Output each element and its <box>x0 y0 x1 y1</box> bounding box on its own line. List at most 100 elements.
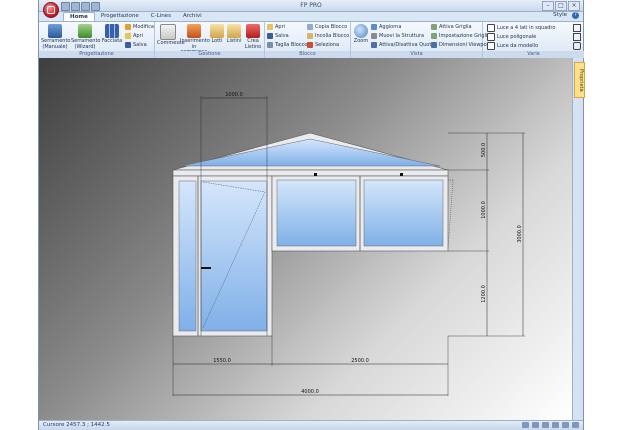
cursor-readout: Cursore 2457.3 ; 1442.5 <box>43 422 110 428</box>
group-label-progettazione: Progettazione <box>39 51 154 58</box>
layout-icon[interactable] <box>562 422 569 428</box>
settings-icon[interactable] <box>572 422 579 428</box>
help-icon[interactable]: ? <box>572 12 579 19</box>
create-price-list-icon <box>246 24 260 38</box>
snap-icon[interactable] <box>522 422 529 428</box>
tab-c-lines[interactable]: C-Lines <box>145 12 177 21</box>
save-icon <box>125 42 131 48</box>
tab-progettazione[interactable]: Progettazione <box>95 12 145 21</box>
app-logo-icon <box>47 6 55 14</box>
attiva-disattiva-quote-button[interactable]: Attiva/Disattiva Quote <box>371 42 434 48</box>
window-manual-icon <box>48 24 62 38</box>
price-lists-icon <box>227 24 241 38</box>
taglia-blocco-button[interactable]: Taglia Blocco <box>267 42 307 48</box>
properties-tab[interactable]: Proprietà <box>574 62 585 98</box>
close-button[interactable]: × <box>568 1 580 11</box>
square-light-icon <box>487 24 495 32</box>
zoom-status-icon[interactable] <box>552 422 559 428</box>
select-icon <box>307 42 313 48</box>
luce-poligonale-button[interactable]: Luce poligonale <box>487 33 536 41</box>
ribbon-tabs: Home Progettazione C-Lines Archivi <box>63 12 208 21</box>
muovi-struttura-button[interactable]: Muovi la Struttura <box>371 33 424 39</box>
side-glass <box>178 180 197 332</box>
attiva-griglia-button[interactable]: Attiva Griglia <box>431 24 472 30</box>
edit-icon <box>125 24 131 30</box>
copia-blocco-button[interactable]: Copia Blocco <box>307 24 347 30</box>
model-light-icon <box>487 42 495 50</box>
shape-tool-icon-2[interactable] <box>573 33 581 41</box>
group-label-blocco: Blocco <box>265 51 350 58</box>
salva-button[interactable]: Salva <box>125 42 147 48</box>
polygon-light-icon <box>487 33 495 41</box>
group-blocco: Apri Salva Taglia Blocco Copia Blocco In… <box>265 22 351 58</box>
dim-right-top[interactable]: 500.0 <box>481 143 487 157</box>
dimensioni-viewport-button[interactable]: Dimensioni Viewport <box>431 42 491 48</box>
shape-tool-icon-3[interactable] <box>573 42 581 50</box>
grid-icon[interactable] <box>532 422 539 428</box>
luce-squadro-button[interactable]: Luce a 4 lati in squadro <box>487 24 555 32</box>
window-title: FP PRO <box>300 2 322 9</box>
dim-right-middle[interactable]: 1000.0 <box>481 201 487 219</box>
lotti-button[interactable]: Lotti <box>209 24 225 45</box>
insert-order-icon <box>187 24 201 38</box>
window-handle-right <box>400 173 403 176</box>
window-handle-left <box>314 173 317 176</box>
group-progettazione: Serramento (Manuale) Serramento (Wizard)… <box>39 22 155 58</box>
orders-icon <box>160 24 176 40</box>
group-varie: Luce a 4 lati in squadro Luce poligonale… <box>483 22 584 58</box>
application-menu-button[interactable] <box>43 2 59 18</box>
seleziona-button[interactable]: Seleziona <box>307 42 339 48</box>
ortho-icon[interactable] <box>542 422 549 428</box>
drawing-canvas[interactable]: 1000.0 500.0 1000.0 1200.0 3000.0 1550.0… <box>39 58 573 420</box>
blocco-apri-button[interactable]: Apri <box>267 24 285 30</box>
luce-modello-button[interactable]: Luce da modello <box>487 42 538 50</box>
listini-button[interactable]: Listini <box>226 24 242 45</box>
facciata-button[interactable]: Facciata <box>101 24 123 45</box>
zoom-icon <box>354 24 368 38</box>
commesse-button[interactable]: Commesse <box>157 24 185 47</box>
window-controls: – □ × <box>542 1 580 11</box>
app-window: FP PRO – □ × Home Progettazione C-Lines … <box>38 0 585 430</box>
status-icons <box>522 422 579 428</box>
viewport-size-icon <box>431 42 437 48</box>
facade-icon <box>105 24 119 38</box>
toggle-dimensions-icon <box>371 42 377 48</box>
transom-bar <box>172 169 449 177</box>
window-wizard-icon <box>78 24 92 38</box>
move-structure-icon <box>371 33 377 39</box>
modifica-button[interactable]: Modifica <box>125 24 154 30</box>
group-label-vista: Vista <box>351 51 482 58</box>
copy-block-icon <box>307 24 313 30</box>
properties-panel: Proprietà <box>572 58 585 420</box>
window-glass-left <box>276 179 357 247</box>
refresh-icon <box>371 24 377 30</box>
ribbon: Serramento (Manuale) Serramento (Wizard)… <box>39 21 584 58</box>
incolla-blocco-button[interactable]: Incolla Blocco <box>307 33 349 39</box>
door-handle <box>201 267 211 269</box>
dim-top-width[interactable]: 1000.0 <box>225 92 243 98</box>
grid-settings-icon <box>431 33 437 39</box>
blocco-salva-button[interactable]: Salva <box>267 33 289 39</box>
tab-home[interactable]: Home <box>63 12 95 21</box>
dim-right-bottom[interactable]: 1200.0 <box>481 285 487 303</box>
group-label-gestione: Gestione <box>155 51 264 58</box>
zoom-button[interactable]: Zoom <box>353 24 369 45</box>
window-glass-right <box>363 179 444 247</box>
tab-archivi[interactable]: Archivi <box>177 12 208 21</box>
dim-bottom-total[interactable]: 4000.0 <box>301 389 319 395</box>
crea-listino-button[interactable]: Crea Listino <box>243 24 263 50</box>
minimize-button[interactable]: – <box>542 1 554 11</box>
save-block-icon <box>267 33 273 39</box>
aggiorna-button[interactable]: Aggiorna <box>371 24 401 30</box>
maximize-button[interactable]: □ <box>555 1 567 11</box>
title-bar: FP PRO – □ × <box>39 0 583 12</box>
dim-bottom-right[interactable]: 2500.0 <box>351 358 369 364</box>
dim-bottom-left[interactable]: 1550.0 <box>213 358 231 364</box>
serramento-wizard-button[interactable]: Serramento (Wizard) <box>71 24 100 50</box>
style-menu[interactable]: Style <box>553 12 567 18</box>
shape-tool-icon-1[interactable] <box>573 24 581 32</box>
impostazione-griglia-button[interactable]: Impostazione Griglia <box>431 33 490 39</box>
serramento-manuale-button[interactable]: Serramento (Manuale) <box>41 24 70 50</box>
apri-button[interactable]: Apri <box>125 33 143 39</box>
dim-right-total[interactable]: 3000.0 <box>517 225 523 243</box>
